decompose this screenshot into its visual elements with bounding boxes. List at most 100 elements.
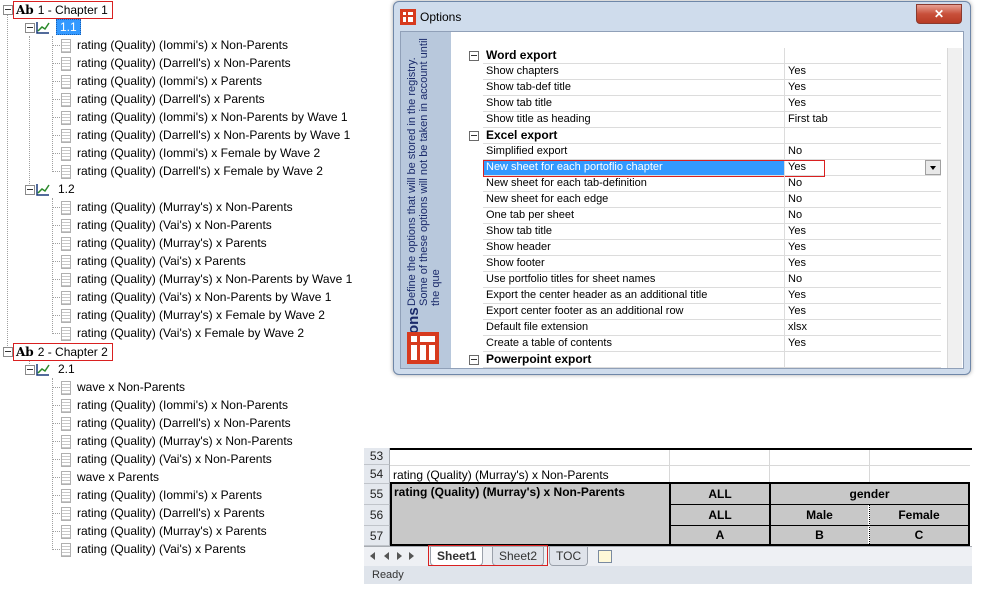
option-value[interactable]: Yes [785,64,941,80]
grid-category-row[interactable]: Word export [467,48,947,64]
prev-sheet-icon[interactable] [384,552,389,560]
tree-leaf-item[interactable]: rating (Quality) (Murray's) x Non-Parent… [77,198,293,216]
female-cell[interactable]: Female [870,505,968,525]
collapse-toggle[interactable] [25,185,35,195]
grid-option-row[interactable]: Create a table of contents Yes [467,336,947,352]
grid-option-row[interactable]: Show tab title Yes [467,96,947,112]
all-header-cell[interactable]: ALL [671,484,769,504]
col-c-cell[interactable]: C [870,526,968,544]
row-header[interactable]: 55 [364,484,390,505]
option-value[interactable]: No [785,272,941,288]
tree-leaf-item[interactable]: rating (Quality) (Iommi's) x Female by W… [77,144,320,162]
grid-option-row[interactable]: Use portfolio titles for sheet names No [467,272,947,288]
section-node-1-1[interactable]: 1.1 [56,18,81,36]
tree-leaf-item[interactable]: rating (Quality) (Iommi's) x Non-Parents… [77,108,348,126]
tree-leaf-item[interactable]: rating (Quality) (Iommi's) x Non-Parents [77,396,288,414]
option-value[interactable]: Yes [785,256,941,272]
table-title-cell[interactable]: rating (Quality) (Murray's) x Non-Parent… [392,484,669,544]
table-doc-icon [61,435,71,449]
tree-leaf-item[interactable]: rating (Quality) (Vai's) x Parents [77,252,246,270]
option-value[interactable]: Yes [785,224,941,240]
collapse-toggle[interactable] [3,347,13,357]
grid-option-row[interactable]: Simplified export No [467,144,947,160]
tree-leaf-item[interactable]: rating (Quality) (Darrell's) x Non-Paren… [77,414,291,432]
next-sheet-icon[interactable] [397,552,402,560]
tree-leaf-item[interactable]: rating (Quality) (Darrell's) x Female by… [77,162,323,180]
option-value[interactable]: Yes [785,240,941,256]
grid-category-row[interactable]: Powerpoint export [467,352,947,368]
tree-leaf-item[interactable]: rating (Quality) (Vai's) x Non-Parents b… [77,288,331,306]
tree-leaf-item[interactable]: wave x Non-Parents [77,378,185,396]
first-sheet-icon[interactable] [370,552,375,560]
option-value[interactable]: Yes [785,288,941,304]
collapse-toggle[interactable] [25,365,35,375]
collapse-toggle[interactable] [25,23,35,33]
collapse-toggle[interactable] [3,5,13,15]
tree-leaf-item[interactable]: rating (Quality) (Murray's) x Female by … [77,306,325,324]
tree-leaf-item[interactable]: rating (Quality) (Vai's) x Parents [77,540,246,558]
grid-option-row[interactable]: Show tab title Yes [467,224,947,240]
row-header[interactable]: 57 [364,526,390,546]
grid-option-row[interactable]: Show footer Yes [467,256,947,272]
option-value[interactable]: Yes [785,336,941,352]
option-value[interactable]: First tab [785,112,941,128]
col-a-cell[interactable]: A [671,526,769,544]
option-value[interactable]: No [785,192,941,208]
grid-option-row[interactable]: New sheet for each portoflio chapter Yes [467,160,947,177]
chapter-node-2[interactable]: Ab 2 - Chapter 2 [13,343,113,361]
option-value[interactable]: No [785,176,941,192]
tree-leaf-item[interactable]: rating (Quality) (Darrell's) x Non-Paren… [77,54,291,72]
last-sheet-icon[interactable] [409,552,414,560]
category-collapse-toggle[interactable] [469,355,479,365]
tree-leaf-item[interactable]: rating (Quality) (Iommi's) x Parents [77,72,262,90]
chapter-node-1[interactable]: Ab 1 - Chapter 1 [13,1,113,19]
vertical-scrollbar[interactable] [947,48,962,368]
grid-option-row[interactable]: New sheet for each tab-definition No [467,176,947,192]
tree-leaf-item[interactable]: rating (Quality) (Vai's) x Non-Parents [77,216,272,234]
grid-option-row[interactable]: Default file extension xlsx [467,320,947,336]
grid-option-row[interactable]: Export the center header as an additiona… [467,288,947,304]
tree-leaf-item[interactable]: rating (Quality) (Vai's) x Non-Parents [77,450,272,468]
option-value[interactable]: Yes [785,96,941,112]
option-value[interactable]: No [785,208,941,224]
category-collapse-toggle[interactable] [469,131,479,141]
tree-leaf-item[interactable]: rating (Quality) (Iommi's) x Non-Parents [77,36,288,54]
gender-header-cell[interactable]: gender [771,484,968,504]
section-node-2-1[interactable]: 2.1 [58,360,75,378]
grid-option-row[interactable]: Export center footer as an additional ro… [467,304,947,320]
option-value[interactable]: Yes [785,80,941,96]
row-header[interactable]: 53 [364,448,390,465]
male-cell[interactable]: Male [771,505,868,525]
tree-leaf-item[interactable]: rating (Quality) (Darrell's) x Parents [77,90,265,108]
option-value[interactable]: xlsx [785,320,941,336]
row-header[interactable]: 54 [364,465,390,484]
grid-option-row[interactable]: Show chapters Yes [467,64,947,80]
grid-category-row[interactable]: Excel export [467,128,947,144]
tree-leaf-item[interactable]: rating (Quality) (Iommi's) x Parents [77,486,262,504]
grid-option-row[interactable]: New sheet for each edge No [467,192,947,208]
tree-leaf-item[interactable]: wave x Parents [77,468,159,486]
sheet-tab-toc[interactable]: TOC [549,547,589,566]
tree-leaf-item[interactable]: rating (Quality) (Murray's) x Parents [77,522,267,540]
close-button[interactable]: ✕ [916,4,962,24]
col-b-cell[interactable]: B [771,526,868,544]
grid-option-row[interactable]: Show tab-def title Yes [467,80,947,96]
tree-leaf-item[interactable]: rating (Quality) (Vai's) x Female by Wav… [77,324,304,342]
insert-sheet-icon[interactable] [598,550,612,563]
grid-option-row[interactable]: One tab per sheet No [467,208,947,224]
grid-option-row[interactable]: Show title as heading First tab [467,112,947,128]
grid-option-row[interactable]: Show header Yes [467,240,947,256]
all-sub-cell[interactable]: ALL [671,505,769,525]
tree-leaf-item[interactable]: rating (Quality) (Murray's) x Non-Parent… [77,432,293,450]
tree-leaf-item[interactable]: rating (Quality) (Darrell's) x Parents [77,504,265,522]
option-value[interactable]: No [785,144,941,160]
option-label: One tab per sheet [483,208,785,224]
dropdown-arrow-icon[interactable] [925,160,941,175]
tree-leaf-item[interactable]: rating (Quality) (Murray's) x Non-Parent… [77,270,352,288]
option-value[interactable]: Yes [785,304,941,320]
category-collapse-toggle[interactable] [469,51,479,61]
tree-leaf-item[interactable]: rating (Quality) (Darrell's) x Non-Paren… [77,126,350,144]
row-header[interactable]: 56 [364,505,390,526]
section-node-1-2[interactable]: 1.2 [58,180,75,198]
tree-leaf-item[interactable]: rating (Quality) (Murray's) x Parents [77,234,267,252]
